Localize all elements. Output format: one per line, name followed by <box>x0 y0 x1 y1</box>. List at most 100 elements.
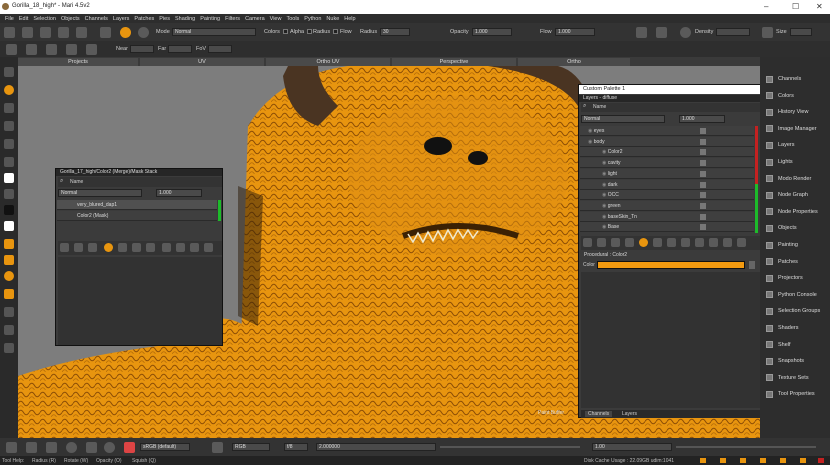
panel-item-shelf[interactable]: Shelf <box>766 339 791 351</box>
menu-view[interactable]: View <box>270 16 282 22</box>
procedural-icon[interactable] <box>639 238 648 247</box>
panel-item-projectors[interactable]: Projectors <box>766 272 803 284</box>
save-icon[interactable] <box>40 27 51 38</box>
layer-row[interactable]: ◉ eyes <box>580 126 754 136</box>
layer-row[interactable]: ◉ OCC <box>580 190 754 201</box>
redo-icon[interactable] <box>76 27 87 38</box>
select-tool-icon[interactable] <box>4 67 14 77</box>
lasso-icon[interactable] <box>66 442 77 453</box>
density-field[interactable] <box>716 28 750 36</box>
add-layer-icon[interactable] <box>60 243 69 252</box>
wireframe-icon[interactable] <box>656 27 667 38</box>
group-icon[interactable] <box>625 238 634 247</box>
circle-select-icon[interactable] <box>104 442 115 453</box>
mode-dropdown[interactable]: Normal <box>172 28 256 36</box>
fill-tool-icon[interactable] <box>4 121 14 131</box>
transform-tool-icon[interactable] <box>4 103 14 113</box>
menu-channels[interactable]: Channels <box>85 16 108 22</box>
panel-item-history-view[interactable]: History View <box>766 106 808 118</box>
near-field[interactable] <box>130 45 154 53</box>
search-icon[interactable]: ⌕ <box>60 178 63 185</box>
layer-row[interactable]: ◉ light <box>580 168 754 179</box>
minimize-icon[interactable]: – <box>764 2 768 11</box>
folder-icon[interactable] <box>190 243 199 252</box>
panel-item-modo-render[interactable]: Modo Render <box>766 173 811 185</box>
procedural-icon[interactable] <box>104 243 113 252</box>
menu-help[interactable]: Help <box>344 16 355 22</box>
panel-item-snapshots[interactable]: Snapshots <box>766 355 804 367</box>
menu-edit[interactable]: Edit <box>19 16 28 22</box>
eyedropper-icon[interactable] <box>4 157 14 167</box>
stamp-icon[interactable] <box>4 255 14 265</box>
add-adjustment-icon[interactable] <box>74 243 83 252</box>
panel-item-selection-groups[interactable]: Selection Groups <box>766 305 820 317</box>
tab-channels[interactable]: Channels <box>585 411 613 417</box>
frame-icon[interactable] <box>86 44 97 55</box>
layer-row[interactable]: ◉ Color2 <box>580 147 754 158</box>
panel-item-layers[interactable]: Layers <box>766 139 795 151</box>
add-mask-icon[interactable] <box>611 238 620 247</box>
close-icon[interactable]: ✕ <box>816 2 823 11</box>
gain-slider[interactable] <box>440 446 580 448</box>
move-up-icon[interactable] <box>681 238 690 247</box>
menu-camera[interactable]: Camera <box>245 16 265 22</box>
grid-view-icon[interactable] <box>46 44 57 55</box>
open-icon[interactable] <box>22 27 33 38</box>
menu-painting[interactable]: Painting <box>200 16 220 22</box>
panel-item-lights[interactable]: Lights <box>766 156 793 168</box>
palette-blend-dropdown[interactable]: Normal <box>581 115 665 123</box>
layer-row[interactable]: ◉ dark <box>580 179 754 190</box>
brush-preset-icon[interactable] <box>4 239 14 249</box>
tab-projects[interactable]: Projects <box>18 58 138 66</box>
duplicate-icon[interactable] <box>132 243 141 252</box>
panel-item-tool-properties[interactable]: Tool Properties <box>766 388 815 400</box>
panel-item-channels[interactable]: Channels <box>766 73 801 85</box>
menu-python[interactable]: Python <box>304 16 321 22</box>
panel-item-objects[interactable]: Objects <box>766 222 797 234</box>
channel-dropdown[interactable]: RGB <box>232 443 270 451</box>
gain-field[interactable]: 2.000000 <box>316 443 436 451</box>
folder-icon[interactable] <box>709 238 718 247</box>
bake-icon[interactable] <box>100 27 111 38</box>
zoom-icon[interactable] <box>46 442 57 453</box>
panel-item-painting[interactable]: Painting <box>766 239 798 251</box>
image-icon[interactable] <box>66 44 77 55</box>
undo-icon[interactable] <box>58 27 69 38</box>
projector-icon[interactable] <box>6 44 17 55</box>
pan-icon[interactable] <box>26 442 37 453</box>
add-adjustment-icon[interactable] <box>597 238 606 247</box>
exposure-field[interactable]: 1.00 <box>592 443 672 451</box>
merge-icon[interactable] <box>667 238 676 247</box>
duplicate-icon[interactable] <box>653 238 662 247</box>
search-icon[interactable]: ⌕ <box>583 103 586 110</box>
foreground-color-swatch[interactable] <box>4 173 14 183</box>
layer-row[interactable]: ◉ cavity <box>580 158 754 169</box>
menu-selection[interactable]: Selection <box>33 16 56 22</box>
lut-icon[interactable] <box>212 442 223 453</box>
delete-icon[interactable] <box>204 243 213 252</box>
tab-uv[interactable]: UV <box>140 58 264 66</box>
menu-nuke[interactable]: Nuke <box>326 16 339 22</box>
snapshot-icon[interactable] <box>4 325 14 335</box>
mask-swatch[interactable] <box>4 221 14 231</box>
panel-item-patches[interactable]: Patches <box>766 256 798 268</box>
panel-item-shaders[interactable]: Shaders <box>766 322 799 334</box>
layer-row[interactable]: ◉ Base <box>580 222 754 233</box>
layer-row[interactable]: ◉ green <box>580 200 754 211</box>
tab-ortho-uv[interactable]: Ortho UV <box>266 58 390 66</box>
flow-field[interactable]: 1.000 <box>555 28 595 36</box>
add-mask-icon[interactable] <box>88 243 97 252</box>
tab-layers[interactable]: Layers <box>619 411 640 417</box>
color-swatch[interactable] <box>597 261 745 269</box>
fstop-field[interactable]: f/8 <box>284 443 308 451</box>
brush-shape-icon[interactable] <box>138 27 149 38</box>
mask-layer-row[interactable]: Color2 (Mask) <box>57 211 217 221</box>
merge-icon[interactable] <box>146 243 155 252</box>
menu-tools[interactable]: Tools <box>286 16 299 22</box>
opacity-field[interactable]: 1.000 <box>472 28 512 36</box>
palette-opacity-field[interactable]: 1.000 <box>679 115 725 123</box>
panel-item-colors[interactable]: Colors <box>766 90 794 102</box>
menu-pies[interactable]: Pies <box>159 16 170 22</box>
move-up-icon[interactable] <box>162 243 171 252</box>
move-down-icon[interactable] <box>176 243 185 252</box>
